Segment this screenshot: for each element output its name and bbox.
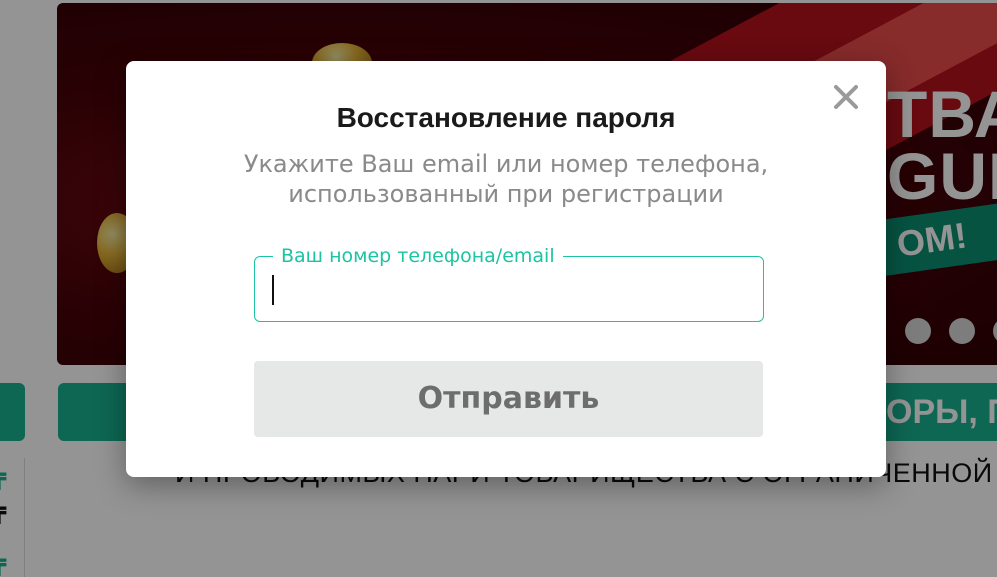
submit-button[interactable]: Отправить bbox=[254, 361, 763, 437]
subtitle-line-2: использованный при регистрации bbox=[288, 180, 724, 208]
modal-subtitle: Укажите Ваш email или номер телефона, ис… bbox=[206, 149, 806, 209]
phone-email-field[interactable]: Ваш номер телефона/email bbox=[254, 245, 764, 322]
modal-title: Восстановление пароля bbox=[336, 102, 676, 133]
password-recovery-modal: Восстановление пароля Укажите Ваш email … bbox=[126, 61, 886, 477]
page: ТВА GUE: OM! ОРЫ, П И ПРОВОДИМЫХ ПАРИ ТО… bbox=[0, 0, 997, 577]
subtitle-line-1: Укажите Ваш email или номер телефона, bbox=[243, 150, 769, 178]
field-label: Ваш номер телефона/email bbox=[273, 245, 563, 267]
phone-email-input[interactable] bbox=[269, 271, 753, 309]
text-caret bbox=[272, 275, 274, 305]
